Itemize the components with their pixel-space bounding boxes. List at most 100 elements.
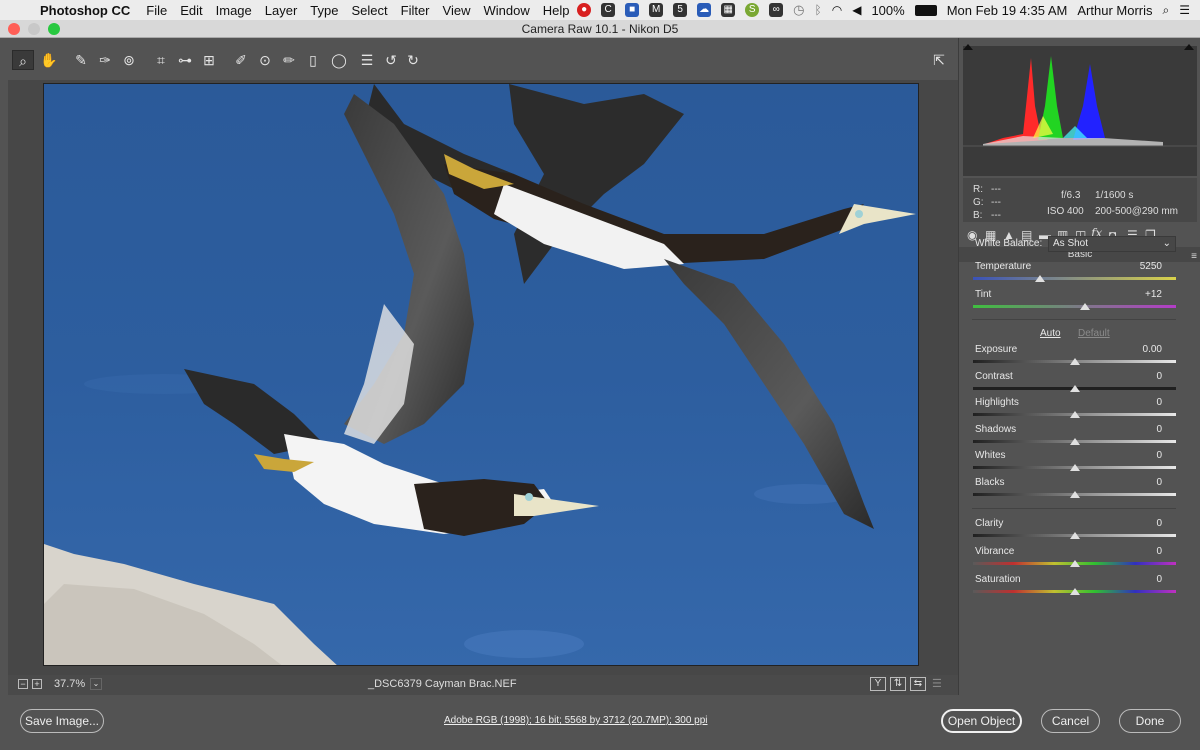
slider-value[interactable]: 0: [1122, 424, 1162, 435]
b-label: B:: [973, 210, 983, 221]
preview-photo[interactable]: [43, 83, 919, 666]
fullscreen-toggle-icon[interactable]: ⇱: [928, 50, 950, 70]
slider-thumb[interactable]: [1069, 385, 1080, 392]
menu-window[interactable]: Window: [483, 3, 529, 18]
list-icon[interactable]: ☰: [1179, 3, 1190, 17]
status-box-icon[interactable]: ▦: [721, 3, 736, 17]
workflow-options-link[interactable]: Adobe RGB (1998); 16 bit; 5568 by 3712 (…: [444, 715, 708, 726]
auto-link[interactable]: Auto: [1040, 328, 1061, 339]
targeted-adjustment-tool-icon[interactable]: ⊚: [118, 50, 140, 70]
zoom-dropdown-icon[interactable]: ⌄: [90, 678, 102, 690]
rotate-left-icon[interactable]: ↺: [380, 50, 402, 70]
menu-layer[interactable]: Layer: [265, 3, 298, 18]
search-icon[interactable]: ⌕: [1163, 3, 1170, 18]
crop-tool-icon[interactable]: ⌗: [150, 50, 172, 70]
default-link[interactable]: Default: [1078, 328, 1110, 339]
zoom-in-button[interactable]: +: [32, 679, 42, 689]
window-title: Camera Raw 10.1 - Nikon D5: [521, 22, 679, 36]
adjustment-brush-icon[interactable]: ✏: [278, 50, 300, 70]
app-menu[interactable]: Photoshop CC: [40, 3, 130, 18]
close-window-button[interactable]: [8, 23, 20, 35]
menu-file[interactable]: File: [146, 3, 167, 18]
slider-value[interactable]: 0: [1122, 518, 1162, 529]
before-after-y-icon[interactable]: Y: [870, 677, 886, 691]
slider-value[interactable]: 0: [1122, 371, 1162, 382]
cancel-button[interactable]: Cancel: [1041, 709, 1100, 733]
white-balance-value: As Shot: [1053, 238, 1089, 249]
white-balance-tool-icon[interactable]: ✎: [70, 50, 92, 70]
shadow-clipping-icon[interactable]: [963, 44, 973, 50]
slider-value[interactable]: 0: [1122, 546, 1162, 557]
slider-label: Highlights: [975, 397, 1019, 408]
slider-thumb[interactable]: [1069, 464, 1080, 471]
slider-value[interactable]: 0.00: [1122, 344, 1162, 355]
menu-help[interactable]: Help: [543, 3, 570, 18]
menu-select[interactable]: Select: [351, 3, 387, 18]
zoom-window-button[interactable]: [48, 23, 60, 35]
slider-label: Contrast: [975, 371, 1013, 382]
slider-thumb[interactable]: [1069, 491, 1080, 498]
before-after-swap-icon[interactable]: ⇆: [910, 677, 926, 691]
status-m-icon[interactable]: M: [649, 3, 664, 17]
graduated-filter-icon[interactable]: ▯: [302, 50, 324, 70]
slider-value[interactable]: 0: [1122, 574, 1162, 585]
preview-settings-icon[interactable]: ☰: [932, 677, 942, 690]
spot-removal-tool-icon[interactable]: ✐: [230, 50, 252, 70]
hand-tool-icon[interactable]: ✋: [38, 50, 60, 70]
minimize-window-button[interactable]: [28, 23, 40, 35]
menu-image[interactable]: Image: [216, 3, 252, 18]
slider-track[interactable]: [973, 305, 1176, 308]
menu-view[interactable]: View: [443, 3, 471, 18]
zoom-out-button[interactable]: −: [18, 679, 28, 689]
slider-thumb[interactable]: [1069, 358, 1080, 365]
highlight-clipping-icon[interactable]: [1184, 44, 1194, 50]
slider-value[interactable]: 5250: [1122, 261, 1162, 272]
slider-thumb[interactable]: [1034, 275, 1045, 282]
slider-thumb[interactable]: [1069, 560, 1080, 567]
red-eye-removal-tool-icon[interactable]: ⊙: [254, 50, 276, 70]
panel-menu-icon[interactable]: ≡: [1191, 249, 1197, 264]
menu-filter[interactable]: Filter: [401, 3, 430, 18]
status-c-icon[interactable]: C: [601, 3, 616, 17]
status-s-icon[interactable]: S: [745, 3, 760, 17]
clock[interactable]: Mon Feb 19 4:35 AM: [947, 3, 1068, 18]
battery-icon[interactable]: [914, 4, 937, 16]
white-balance-select[interactable]: As Shot ⌄: [1048, 236, 1176, 252]
preferences-icon[interactable]: ☰: [356, 50, 378, 70]
transform-tool-icon[interactable]: ⊞: [198, 50, 220, 70]
color-sampler-tool-icon[interactable]: ✑: [94, 50, 116, 70]
volume-icon[interactable]: ◀: [852, 3, 861, 17]
bluetooth-icon[interactable]: ᛒ: [815, 3, 822, 17]
time-machine-icon[interactable]: ◷: [793, 2, 804, 18]
slider-label: Shadows: [975, 424, 1017, 435]
wifi-icon[interactable]: ◠: [832, 3, 842, 17]
slider-thumb[interactable]: [1069, 438, 1080, 445]
before-after-toggle-icon[interactable]: ⇅: [890, 677, 906, 691]
status-shield-icon[interactable]: 5: [673, 3, 688, 17]
lens: 200-500@290 mm: [1095, 206, 1178, 217]
slider-thumb[interactable]: [1069, 588, 1080, 595]
slider-value[interactable]: +12: [1122, 289, 1162, 300]
status-sync-icon[interactable]: ☁: [697, 3, 712, 17]
slider-thumb[interactable]: [1079, 303, 1090, 310]
done-button[interactable]: Done: [1119, 709, 1181, 733]
user-menu[interactable]: Arthur Morris: [1077, 3, 1152, 18]
slider-value[interactable]: 0: [1122, 397, 1162, 408]
slider-thumb[interactable]: [1069, 411, 1080, 418]
open-object-button[interactable]: Open Object: [941, 709, 1022, 733]
straighten-tool-icon[interactable]: ⊶: [174, 50, 196, 70]
menu-edit[interactable]: Edit: [180, 3, 202, 18]
save-image-button[interactable]: Save Image...: [20, 709, 104, 733]
status-binoculars-icon[interactable]: ∞: [769, 3, 784, 17]
zoom-tool-icon[interactable]: ⌕: [12, 50, 34, 70]
status-app-icon[interactable]: ●: [577, 3, 592, 17]
slider-thumb[interactable]: [1069, 532, 1080, 539]
radial-filter-icon[interactable]: ◯: [328, 50, 350, 70]
rotate-right-icon[interactable]: ↻: [402, 50, 424, 70]
battery-percent[interactable]: 100%: [871, 3, 904, 18]
status-doc-icon[interactable]: ■: [625, 3, 640, 17]
slider-value[interactable]: 0: [1122, 450, 1162, 461]
slider-value[interactable]: 0: [1122, 477, 1162, 488]
slider-track[interactable]: [973, 277, 1176, 280]
menu-type[interactable]: Type: [310, 3, 338, 18]
